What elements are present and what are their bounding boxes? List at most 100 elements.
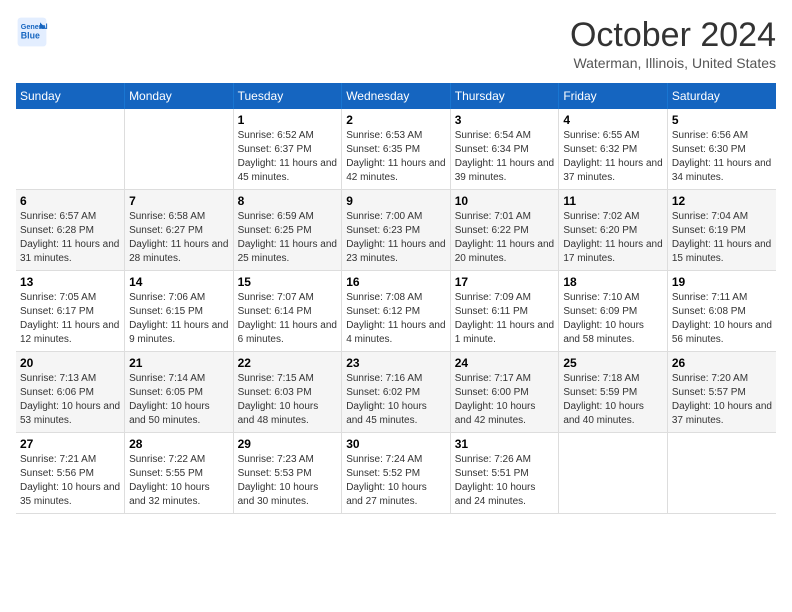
header-day: Tuesday: [233, 83, 342, 109]
day-info: Sunrise: 6:59 AMSunset: 6:25 PMDaylight:…: [238, 210, 338, 266]
page-header: General Blue October 2024 Waterman, Illi…: [16, 16, 776, 71]
day-number: 26: [672, 356, 772, 370]
day-info: Sunrise: 6:56 AMSunset: 6:30 PMDaylight:…: [672, 129, 772, 185]
header-day: Saturday: [667, 83, 776, 109]
day-number: 16: [346, 275, 446, 289]
day-info: Sunrise: 7:26 AMSunset: 5:51 PMDaylight:…: [455, 453, 555, 509]
calendar-day: [16, 109, 125, 190]
day-number: 1: [238, 113, 338, 127]
day-number: 17: [455, 275, 555, 289]
day-number: 4: [563, 113, 663, 127]
header-day: Wednesday: [342, 83, 451, 109]
calendar-day: 23 Sunrise: 7:16 AMSunset: 6:02 PMDayligh…: [342, 352, 451, 433]
day-info: Sunrise: 7:11 AMSunset: 6:08 PMDaylight:…: [672, 291, 772, 347]
day-info: Sunrise: 7:13 AMSunset: 6:06 PMDaylight:…: [20, 372, 120, 428]
day-info: Sunrise: 7:18 AMSunset: 5:59 PMDaylight:…: [563, 372, 663, 428]
day-number: 9: [346, 194, 446, 208]
calendar-day: 29Sunrise: 7:23 AMSunset: 5:53 PMDayligh…: [233, 433, 342, 514]
day-number: 21: [129, 356, 229, 370]
day-number: 28: [129, 437, 229, 451]
calendar-day: 20Sunrise: 7:13 AMSunset: 6:06 PMDayligh…: [16, 352, 125, 433]
logo-icon: General Blue: [16, 16, 48, 48]
calendar-day: [125, 109, 234, 190]
day-info: Sunrise: 6:53 AMSunset: 6:35 PMDaylight:…: [346, 129, 446, 185]
header-day: Sunday: [16, 83, 125, 109]
calendar-day: 13Sunrise: 7:05 AMSunset: 6:17 PMDayligh…: [16, 271, 125, 352]
day-info: Sunrise: 7:24 AMSunset: 5:52 PMDaylight:…: [346, 453, 446, 509]
title-block: October 2024 Waterman, Illinois, United …: [570, 16, 776, 71]
calendar-day: 6 Sunrise: 6:57 AMSunset: 6:28 PMDaylight…: [16, 190, 125, 271]
header-day: Monday: [125, 83, 234, 109]
calendar-week: 13Sunrise: 7:05 AMSunset: 6:17 PMDayligh…: [16, 271, 776, 352]
day-number: 31: [455, 437, 555, 451]
day-number: 29: [238, 437, 338, 451]
calendar-day: 25 Sunrise: 7:18 AMSunset: 5:59 PMDayligh…: [559, 352, 668, 433]
day-number: 23: [346, 356, 446, 370]
day-info: Sunrise: 6:57 AMSunset: 6:28 PMDaylight:…: [20, 210, 120, 266]
day-info: Sunrise: 6:58 AMSunset: 6:27 PMDaylight:…: [129, 210, 229, 266]
calendar-day: 15 Sunrise: 7:07 AMSunset: 6:14 PMDayligh…: [233, 271, 342, 352]
day-info: Sunrise: 6:52 AMSunset: 6:37 PMDaylight:…: [238, 129, 338, 185]
day-number: 5: [672, 113, 772, 127]
day-info: Sunrise: 7:02 AMSunset: 6:20 PMDaylight:…: [563, 210, 663, 266]
day-number: 6: [20, 194, 120, 208]
logo: General Blue: [16, 16, 48, 48]
calendar-day: 27 Sunrise: 7:21 AMSunset: 5:56 PMDayligh…: [16, 433, 125, 514]
day-info: Sunrise: 7:04 AMSunset: 6:19 PMDaylight:…: [672, 210, 772, 266]
day-number: 27: [20, 437, 120, 451]
day-info: Sunrise: 7:22 AMSunset: 5:55 PMDaylight:…: [129, 453, 229, 509]
day-number: 24: [455, 356, 555, 370]
day-number: 22: [238, 356, 338, 370]
day-info: Sunrise: 7:08 AMSunset: 6:12 PMDaylight:…: [346, 291, 446, 347]
day-number: 15: [238, 275, 338, 289]
calendar-day: 1 Sunrise: 6:52 AMSunset: 6:37 PMDaylight…: [233, 109, 342, 190]
day-number: 11: [563, 194, 663, 208]
day-info: Sunrise: 7:20 AMSunset: 5:57 PMDaylight:…: [672, 372, 772, 428]
day-number: 12: [672, 194, 772, 208]
calendar-day: 24Sunrise: 7:17 AMSunset: 6:00 PMDayligh…: [450, 352, 559, 433]
day-info: Sunrise: 7:16 AMSunset: 6:02 PMDaylight:…: [346, 372, 446, 428]
day-number: 10: [455, 194, 555, 208]
calendar-day: 31 Sunrise: 7:26 AMSunset: 5:51 PMDayligh…: [450, 433, 559, 514]
day-number: 7: [129, 194, 229, 208]
day-info: Sunrise: 7:05 AMSunset: 6:17 PMDaylight:…: [20, 291, 120, 347]
calendar-day: 3 Sunrise: 6:54 AMSunset: 6:34 PMDaylight…: [450, 109, 559, 190]
day-info: Sunrise: 7:07 AMSunset: 6:14 PMDaylight:…: [238, 291, 338, 347]
day-number: 18: [563, 275, 663, 289]
calendar-day: 21 Sunrise: 7:14 AMSunset: 6:05 PMDayligh…: [125, 352, 234, 433]
day-number: 25: [563, 356, 663, 370]
calendar-day: 8 Sunrise: 6:59 AMSunset: 6:25 PMDaylight…: [233, 190, 342, 271]
day-number: 19: [672, 275, 772, 289]
day-info: Sunrise: 7:15 AMSunset: 6:03 PMDaylight:…: [238, 372, 338, 428]
calendar-day: 22 Sunrise: 7:15 AMSunset: 6:03 PMDayligh…: [233, 352, 342, 433]
calendar-day: 9Sunrise: 7:00 AMSunset: 6:23 PMDaylight…: [342, 190, 451, 271]
svg-text:Blue: Blue: [21, 30, 40, 40]
header-day: Friday: [559, 83, 668, 109]
calendar-week: 6 Sunrise: 6:57 AMSunset: 6:28 PMDaylight…: [16, 190, 776, 271]
day-number: 3: [455, 113, 555, 127]
calendar-week: 1 Sunrise: 6:52 AMSunset: 6:37 PMDaylight…: [16, 109, 776, 190]
day-info: Sunrise: 7:01 AMSunset: 6:22 PMDaylight:…: [455, 210, 555, 266]
calendar-day: 12 Sunrise: 7:04 AMSunset: 6:19 PMDayligh…: [667, 190, 776, 271]
calendar-header: SundayMondayTuesdayWednesdayThursdayFrid…: [16, 83, 776, 109]
calendar-day: 4 Sunrise: 6:55 AMSunset: 6:32 PMDaylight…: [559, 109, 668, 190]
header-day: Thursday: [450, 83, 559, 109]
calendar-day: 7 Sunrise: 6:58 AMSunset: 6:27 PMDaylight…: [125, 190, 234, 271]
day-number: 30: [346, 437, 446, 451]
day-info: Sunrise: 6:55 AMSunset: 6:32 PMDaylight:…: [563, 129, 663, 185]
location: Waterman, Illinois, United States: [570, 55, 776, 71]
day-info: Sunrise: 6:54 AMSunset: 6:34 PMDaylight:…: [455, 129, 555, 185]
day-info: Sunrise: 7:21 AMSunset: 5:56 PMDaylight:…: [20, 453, 120, 509]
day-info: Sunrise: 7:14 AMSunset: 6:05 PMDaylight:…: [129, 372, 229, 428]
calendar-day: 18Sunrise: 7:10 AMSunset: 6:09 PMDayligh…: [559, 271, 668, 352]
day-number: 8: [238, 194, 338, 208]
calendar-day: [559, 433, 668, 514]
calendar-day: 10 Sunrise: 7:01 AMSunset: 6:22 PMDayligh…: [450, 190, 559, 271]
calendar-day: 30 Sunrise: 7:24 AMSunset: 5:52 PMDayligh…: [342, 433, 451, 514]
calendar-week: 20Sunrise: 7:13 AMSunset: 6:06 PMDayligh…: [16, 352, 776, 433]
calendar-day: 28 Sunrise: 7:22 AMSunset: 5:55 PMDayligh…: [125, 433, 234, 514]
day-info: Sunrise: 7:06 AMSunset: 6:15 PMDaylight:…: [129, 291, 229, 347]
calendar-day: 16 Sunrise: 7:08 AMSunset: 6:12 PMDayligh…: [342, 271, 451, 352]
calendar-body: 1 Sunrise: 6:52 AMSunset: 6:37 PMDaylight…: [16, 109, 776, 514]
calendar-day: 14Sunrise: 7:06 AMSunset: 6:15 PMDayligh…: [125, 271, 234, 352]
